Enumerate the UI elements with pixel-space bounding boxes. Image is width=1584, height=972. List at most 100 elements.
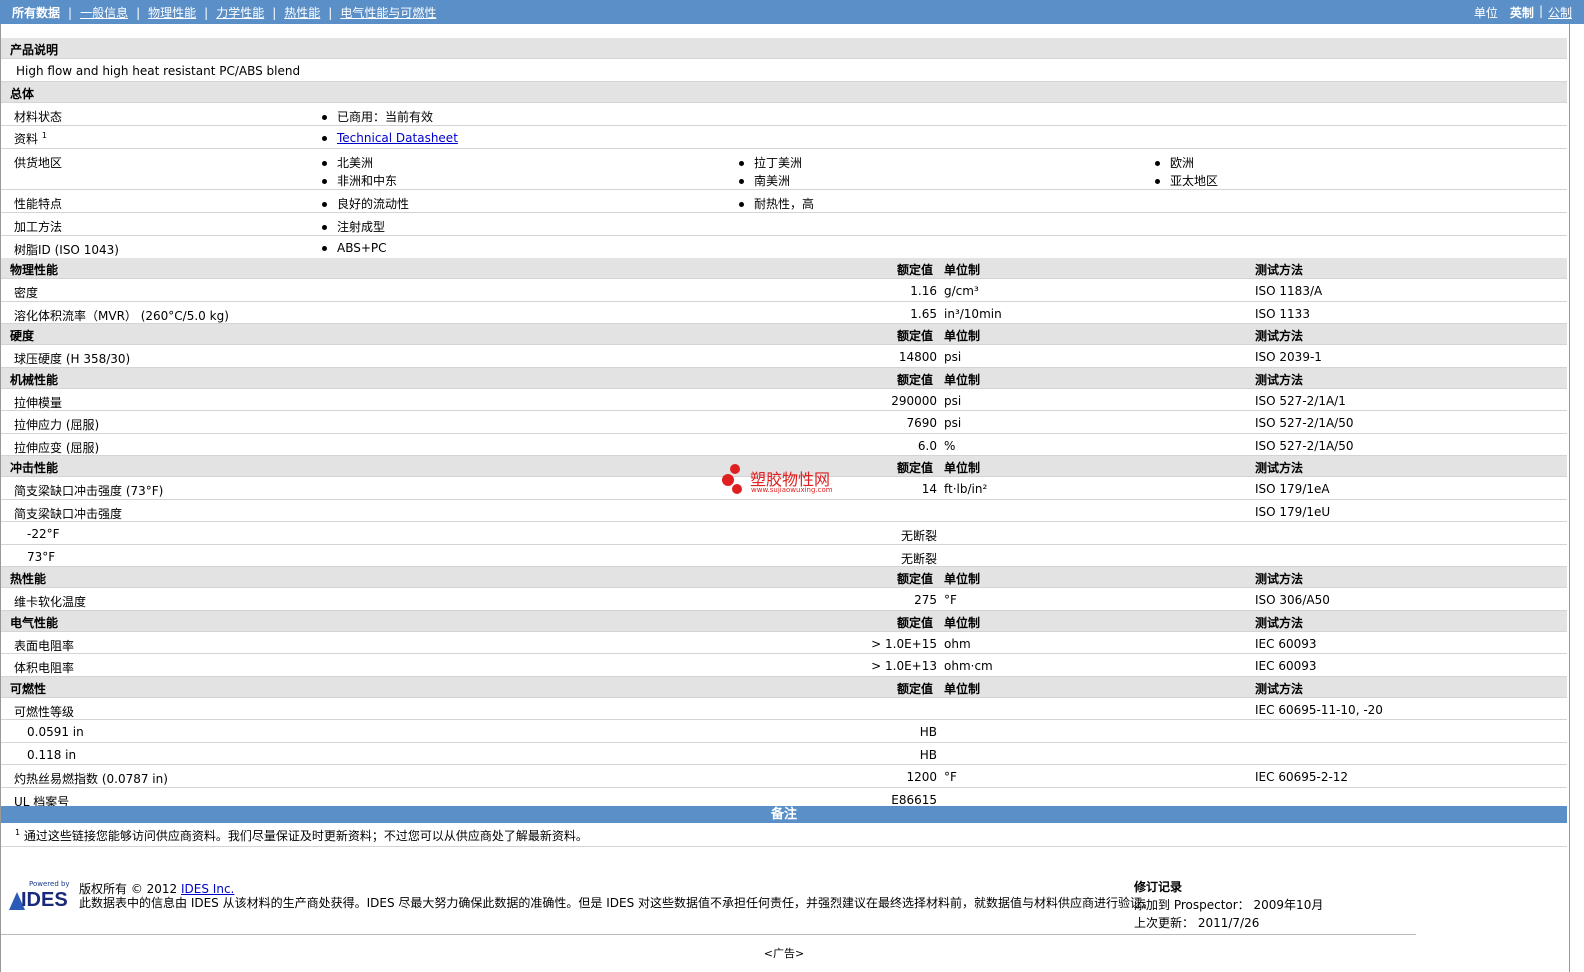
property-row: 可燃性等级 IEC 60695-11-10, -20 bbox=[1, 697, 1567, 720]
technical-datasheet-link[interactable]: Technical Datasheet bbox=[337, 131, 458, 145]
property-value: 1.65 bbox=[910, 306, 937, 321]
list-item: 已商用：当前有效 bbox=[322, 108, 433, 125]
section-title: 硬度 bbox=[10, 329, 35, 343]
property-row: 球压硬度 (H 358/30) 14800 psi ISO 2039-1 bbox=[1, 345, 1567, 368]
list-item: 良好的流动性 bbox=[322, 195, 409, 212]
property-label: 简支梁缺口冲击强度 bbox=[14, 506, 123, 521]
property-row: 拉伸应力 (屈服) 7690 psi ISO 527-2/1A/50 bbox=[1, 411, 1567, 434]
property-value: E86615 bbox=[891, 792, 937, 807]
list-item: 南美洲 bbox=[739, 172, 790, 189]
section-header: 可燃性 额定值 单位制 测试方法 bbox=[1, 676, 1567, 698]
notes-header: 备注 bbox=[1, 806, 1567, 823]
property-label: 拉伸应变 (屈服) bbox=[14, 440, 100, 455]
column-header-value: 额定值 bbox=[897, 329, 934, 343]
field-label: 材料状态 bbox=[14, 110, 63, 124]
property-value: 14 bbox=[921, 482, 937, 496]
list-item: 耐热性，高 bbox=[739, 195, 814, 212]
property-label: 表面电阻率 bbox=[14, 638, 75, 653]
general-row: 树脂ID (ISO 1043) ABS+PC bbox=[1, 236, 1567, 259]
note-text: 1 通过这些链接您能够访问供应商资料。我们尽量保证及时更新资料；不过您可以从供应… bbox=[15, 828, 588, 843]
nav-all-data[interactable]: 所有数据 bbox=[12, 4, 60, 21]
list-item: 非洲和中东 bbox=[322, 172, 397, 189]
property-row: 拉伸模量 290000 psi ISO 527-2/1A/1 bbox=[1, 388, 1567, 411]
advertisement: <广告> bbox=[763, 947, 805, 960]
note-row: 1 通过这些链接您能够访问供应商资料。我们尽量保证及时更新资料；不过您可以从供应… bbox=[1, 823, 1567, 847]
list-item: 注射成型 bbox=[322, 218, 385, 235]
test-method: ISO 527-2/1A/50 bbox=[1255, 438, 1354, 453]
test-method: IEC 60695-11-10, -20 bbox=[1255, 702, 1383, 717]
section-header: 机械性能 额定值 单位制 测试方法 bbox=[1, 367, 1567, 389]
test-method: ISO 2039-1 bbox=[1255, 350, 1322, 364]
nav-mechanical[interactable]: 力学性能 bbox=[216, 4, 264, 21]
property-label: 拉伸模量 bbox=[14, 395, 63, 410]
product-description-row: High flow and high heat resistant PC/ABS… bbox=[1, 59, 1567, 82]
test-method: ISO 306/A50 bbox=[1255, 593, 1330, 607]
list-item: 拉丁美洲 bbox=[739, 154, 802, 171]
property-unit: ohm·cm bbox=[944, 659, 993, 673]
general-row: 性能特点 良好的流动性 耐热性，高 bbox=[1, 190, 1567, 213]
property-row: 0.0591 in HB bbox=[1, 720, 1567, 743]
property-label: 简支梁缺口冲击强度 (73°F) bbox=[14, 484, 164, 498]
section-title: 热性能 bbox=[10, 572, 47, 586]
column-header-unit: 单位制 bbox=[944, 263, 981, 277]
field-label: 资料 1 bbox=[14, 131, 47, 146]
column-header-unit: 单位制 bbox=[944, 681, 981, 696]
nav-general-info[interactable]: 一般信息 bbox=[80, 4, 128, 21]
property-label: 球压硬度 (H 358/30) bbox=[14, 352, 131, 366]
property-label: 0.118 in bbox=[27, 747, 77, 762]
property-row: 表面电阻率 > 1.0E+15 ohm IEC 60093 bbox=[1, 631, 1567, 654]
watermark-dot-icon bbox=[722, 474, 734, 486]
added-date: 添加到 Prospector： 2009年10月 bbox=[1134, 898, 1324, 912]
section-header: 物理性能 额定值 单位制 测试方法 bbox=[1, 258, 1567, 279]
column-header-unit: 单位制 bbox=[944, 461, 981, 475]
field-label: 性能特点 bbox=[14, 197, 63, 211]
property-unit: ohm bbox=[944, 636, 971, 651]
property-label: 维卡软化温度 bbox=[14, 595, 87, 609]
ides-logo[interactable]: Powered by IDES bbox=[7, 880, 71, 914]
property-unit: % bbox=[944, 438, 956, 453]
product-header: 产品说明 bbox=[1, 38, 1567, 59]
unit-switcher: 单位 英制 | 公制 bbox=[1473, 4, 1572, 21]
column-header-test: 测试方法 bbox=[1255, 329, 1304, 343]
nav-physical[interactable]: 物理性能 bbox=[148, 4, 196, 21]
general-row: 材料状态 已商用：当前有效 bbox=[1, 103, 1567, 126]
property-label: -22°F bbox=[27, 527, 60, 541]
unit-english[interactable]: 英制 bbox=[1510, 4, 1534, 21]
property-row: 73°F 无断裂 bbox=[1, 544, 1567, 567]
column-header-unit: 单位制 bbox=[944, 329, 981, 343]
revision-history: 修订记录 添加到 Prospector： 2009年10月 上次更新： 2011… bbox=[1134, 878, 1323, 932]
property-row: 拉伸应变 (屈服) 6.0% ISO 527-2/1A/50 bbox=[1, 433, 1567, 456]
column-header-test: 测试方法 bbox=[1255, 572, 1304, 586]
nav-thermal[interactable]: 热性能 bbox=[284, 4, 320, 21]
property-row: 维卡软化温度 275 °F ISO 306/A50 bbox=[1, 588, 1567, 611]
updated-date: 上次更新： 2011/7/26 bbox=[1134, 916, 1260, 930]
list-item: ABS+PC bbox=[322, 241, 387, 255]
column-header-value: 额定值 bbox=[897, 615, 934, 630]
general-row: 加工方法 注射成型 bbox=[1, 213, 1567, 236]
column-header-test: 测试方法 bbox=[1255, 372, 1304, 387]
property-value: 14800 bbox=[898, 350, 937, 364]
general-header: 总体 bbox=[1, 82, 1567, 103]
column-header-unit: 单位制 bbox=[944, 615, 981, 630]
unit-metric[interactable]: 公制 bbox=[1548, 4, 1572, 21]
section-title: 产品说明 bbox=[10, 43, 59, 57]
section-header: 热性能 额定值 单位制 测试方法 bbox=[1, 567, 1567, 588]
test-method: ISO 1183/A bbox=[1255, 284, 1323, 298]
property-value: HB bbox=[919, 725, 937, 739]
property-row: 体积电阻率 > 1.0E+13 ohm·cm IEC 60093 bbox=[1, 654, 1567, 677]
column-header-value: 额定值 bbox=[897, 372, 934, 387]
test-method: IEC 60093 bbox=[1255, 636, 1317, 651]
test-method: ISO 527-2/1A/50 bbox=[1255, 416, 1354, 430]
nav-electrical[interactable]: 电气性能与可燃性 bbox=[340, 4, 436, 21]
test-method: ISO 179/1eU bbox=[1255, 504, 1331, 519]
watermark-dot-icon bbox=[730, 464, 740, 474]
section-header: 电气性能 额定值 单位制 测试方法 bbox=[1, 610, 1567, 632]
general-row: 资料 1 Technical Datasheet bbox=[1, 126, 1567, 149]
units-label: 单位 bbox=[1473, 6, 1498, 20]
property-label: 可燃性等级 bbox=[14, 704, 75, 719]
field-label: 加工方法 bbox=[14, 220, 63, 234]
section-title: 总体 bbox=[10, 87, 35, 101]
column-header-value: 额定值 bbox=[897, 461, 934, 475]
property-row: 0.118 in HB bbox=[1, 742, 1567, 765]
column-header-unit: 单位制 bbox=[944, 572, 981, 586]
